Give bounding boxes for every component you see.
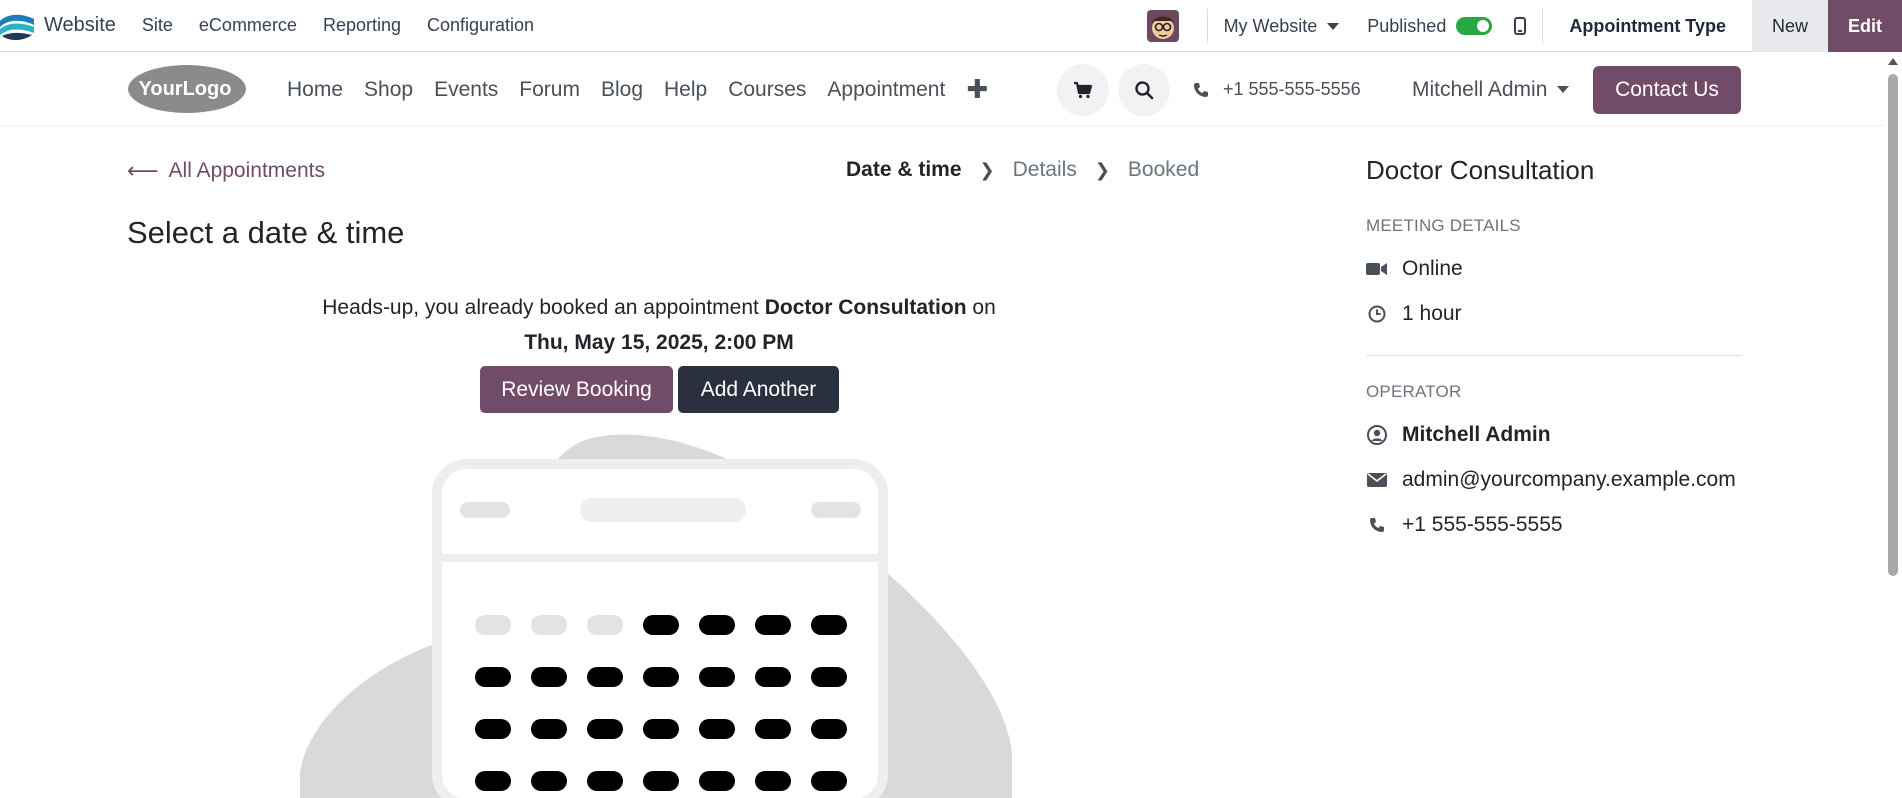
nav-help[interactable]: Help	[664, 78, 707, 102]
booking-steps: Date & time ❯ Details ❯ Booked	[846, 158, 1199, 182]
back-link-label: All Appointments	[168, 159, 325, 182]
divider	[1366, 355, 1742, 356]
phone-icon	[1194, 82, 1208, 97]
operator-name-row: Mitchell Admin	[1366, 423, 1551, 447]
meeting-location: Online	[1366, 257, 1463, 281]
mobile-icon	[1514, 17, 1527, 35]
user-avatar[interactable]	[1146, 10, 1179, 42]
arrow-left-icon: ⟵	[127, 158, 159, 183]
cart-button[interactable]	[1057, 64, 1109, 116]
search-button[interactable]	[1118, 64, 1170, 116]
all-appointments-link[interactable]: ⟵ All Appointments	[127, 158, 325, 184]
nav-appointment[interactable]: Appointment	[827, 78, 945, 102]
menu-site[interactable]: Site	[142, 15, 173, 36]
appointment-type-button[interactable]: Appointment Type	[1543, 0, 1752, 52]
meeting-details-label: MEETING DETAILS	[1366, 216, 1521, 235]
nav-blog[interactable]: Blog	[601, 78, 643, 102]
toggle-switch[interactable]	[1456, 17, 1493, 35]
nav-events[interactable]: Events	[434, 78, 498, 102]
user-dropdown[interactable]: Mitchell Admin	[1412, 53, 1570, 126]
chevron-right-icon: ❯	[1094, 159, 1110, 180]
menu-reporting[interactable]: Reporting	[323, 15, 401, 36]
envelope-icon	[1366, 469, 1388, 491]
step-details: Details	[1012, 158, 1077, 181]
website-selector-label: My Website	[1223, 15, 1318, 36]
step-date-time: Date & time	[846, 158, 962, 181]
scroll-up-arrow[interactable]	[1888, 58, 1898, 65]
mobile-preview-button[interactable]	[1508, 0, 1542, 52]
website-selector[interactable]: My Website	[1208, 0, 1356, 52]
operator-email-row[interactable]: admin@yourcompany.example.com	[1366, 468, 1736, 492]
user-circle-icon	[1366, 424, 1388, 446]
site-header: YourLogo Home Shop Events Forum Blog Hel…	[0, 53, 1902, 126]
contact-us-button[interactable]: Contact Us	[1593, 66, 1741, 114]
phone-number: +1 555-555-5556	[1223, 79, 1361, 99]
nav-forum[interactable]: Forum	[519, 78, 580, 102]
phone-icon	[1366, 514, 1388, 536]
nav-shop[interactable]: Shop	[364, 78, 413, 102]
edit-button[interactable]: Edit	[1828, 0, 1902, 52]
notice-prefix: Heads-up, you already booked an appointm…	[322, 296, 759, 319]
menu-configuration[interactable]: Configuration	[427, 15, 534, 36]
published-label: Published	[1367, 15, 1447, 36]
admin-bar: Website Site eCommerce Reporting Configu…	[0, 0, 1902, 52]
published-toggle[interactable]: Published	[1355, 0, 1508, 52]
clock-icon	[1366, 303, 1388, 325]
scrollbar-thumb[interactable]	[1888, 74, 1898, 576]
caret-down-icon	[1557, 86, 1570, 93]
avatar-image	[1146, 10, 1179, 42]
notice-on: on	[972, 296, 996, 319]
operator-phone: +1 555-555-5555	[1402, 513, 1563, 536]
nav-home[interactable]: Home	[287, 78, 343, 102]
main-nav: Home Shop Events Forum Blog Help Courses…	[287, 53, 1009, 126]
new-button[interactable]: New	[1751, 0, 1828, 52]
notice-datetime: Thu, May 15, 2025, 2:00 PM	[524, 331, 794, 354]
location-text: Online	[1402, 257, 1463, 280]
app-brand[interactable]: Website	[0, 0, 116, 51]
operator-label: OPERATOR	[1366, 382, 1462, 401]
operator-name: Mitchell Admin	[1402, 423, 1551, 446]
header-phone[interactable]: +1 555-555-5556	[1193, 53, 1361, 126]
site-logo[interactable]: YourLogo	[127, 63, 247, 115]
nav-courses[interactable]: Courses	[728, 78, 806, 102]
notice-appointment: Doctor Consultation	[764, 296, 967, 319]
menu-ecommerce[interactable]: eCommerce	[199, 15, 297, 36]
operator-phone-row[interactable]: +1 555-555-5555	[1366, 513, 1563, 537]
cart-icon	[1074, 81, 1093, 99]
step-booked: Booked	[1127, 158, 1200, 181]
duration-text: 1 hour	[1402, 302, 1462, 325]
video-icon	[1366, 258, 1388, 280]
user-name: Mitchell Admin	[1412, 77, 1548, 101]
search-icon	[1135, 81, 1154, 100]
meeting-duration: 1 hour	[1366, 302, 1462, 326]
calendar-illustration	[300, 434, 1012, 798]
logo-text: YourLogo	[139, 78, 232, 100]
app-name: Website	[44, 14, 116, 36]
chevron-right-icon: ❯	[979, 159, 995, 180]
review-booking-button[interactable]: Review Booking	[480, 366, 673, 413]
website-app-icon	[0, 14, 34, 40]
appointment-title: Doctor Consultation	[1366, 155, 1595, 185]
page-title: Select a date & time	[127, 215, 405, 250]
add-another-button[interactable]: Add Another	[678, 366, 839, 413]
booking-notice: Heads-up, you already booked an appointm…	[160, 290, 1158, 360]
caret-down-icon	[1327, 22, 1340, 30]
plus-icon[interactable]: ✚	[966, 74, 988, 105]
operator-email: admin@yourcompany.example.com	[1402, 468, 1736, 491]
